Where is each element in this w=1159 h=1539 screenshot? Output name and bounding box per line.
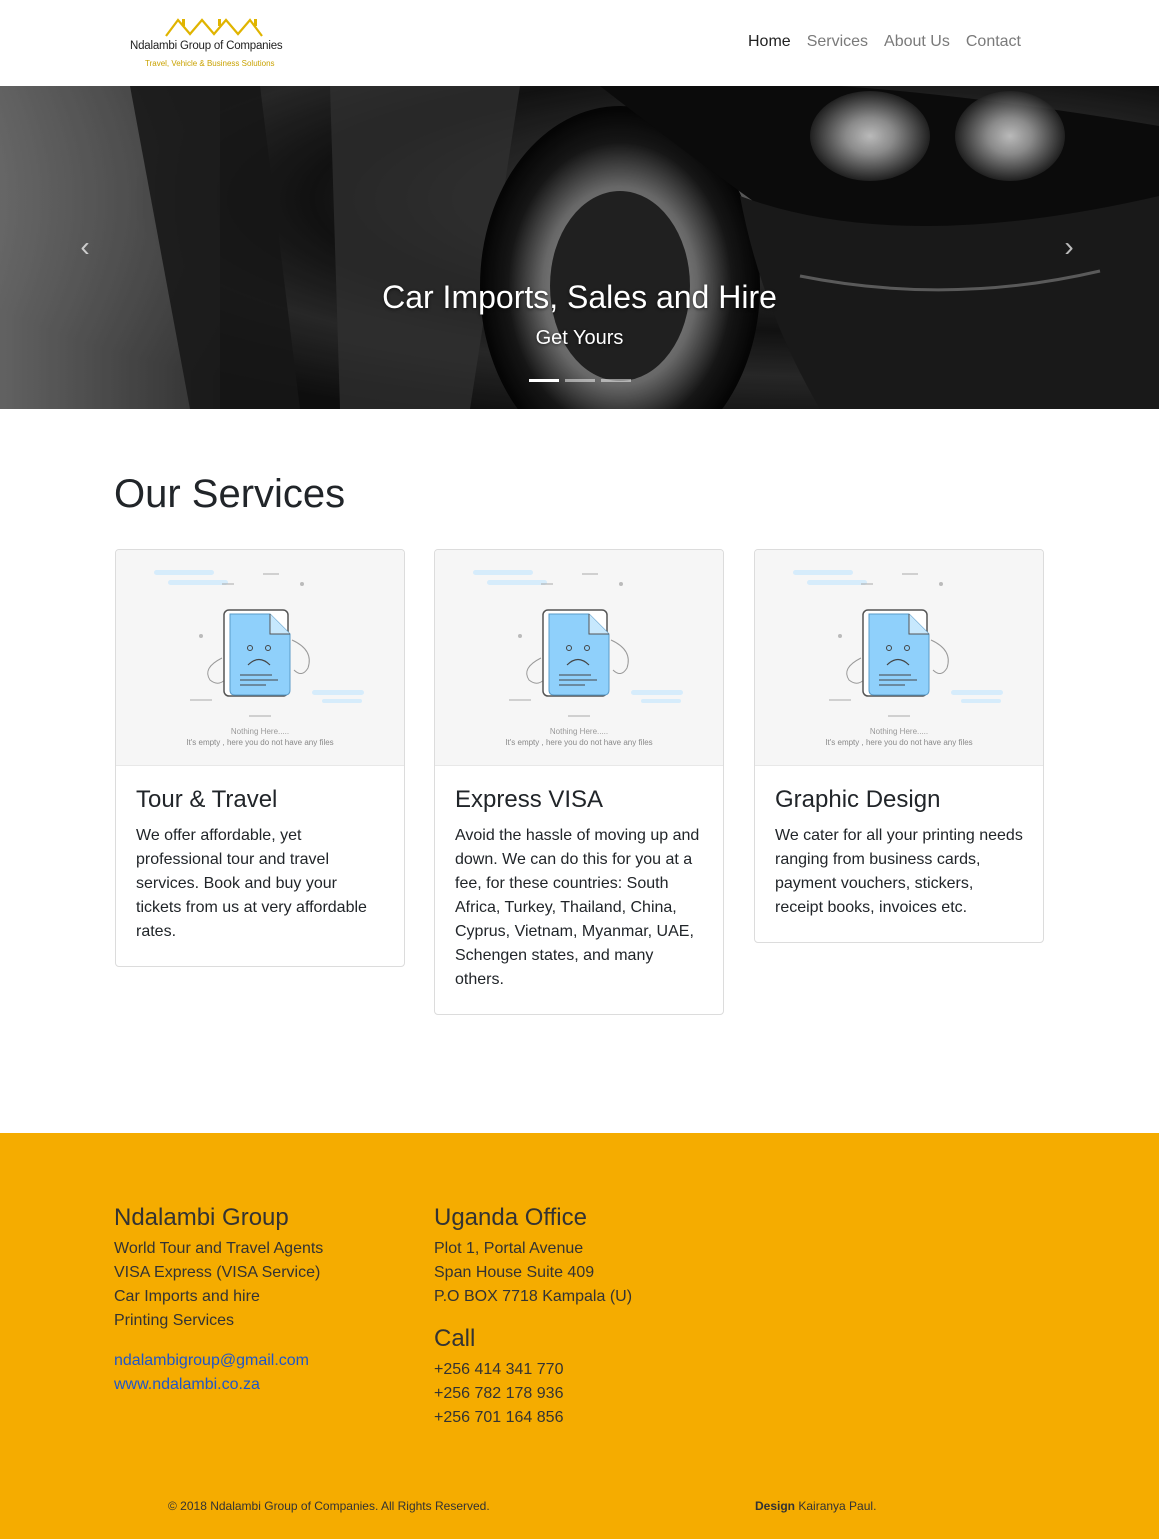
footer-phone: +256 414 341 770: [434, 1361, 564, 1378]
card-text: We offer affordable, yet professional to…: [136, 827, 367, 940]
service-card-tour-travel: Nothing Here..... It's empty , here you …: [115, 549, 405, 967]
carousel-prev-button[interactable]: ‹: [70, 232, 100, 262]
carousel-indicator-2[interactable]: [565, 379, 595, 382]
carousel-indicator-1[interactable]: [529, 379, 559, 382]
chevron-right-icon: ›: [1064, 231, 1074, 262]
designer-name: Kairanya Paul.: [798, 1499, 877, 1513]
footer-email-link[interactable]: ndalambigroup@gmail.com: [114, 1349, 323, 1373]
card-title: Graphic Design: [775, 786, 941, 813]
nav-contact[interactable]: Contact: [966, 32, 1021, 52]
footer-address-line: P.O BOX 7718 Kampala (U): [434, 1288, 633, 1305]
carousel-indicators: [529, 379, 631, 382]
nav-services[interactable]: Services: [807, 32, 868, 52]
empty-state-text: It's empty , here you do not have any fi…: [505, 738, 653, 747]
empty-state-title: Nothing Here.....: [869, 727, 929, 736]
design-credit: Design Kairanya Paul.: [755, 1499, 876, 1513]
footer-service-line: Car Imports and hire: [114, 1288, 260, 1305]
empty-state-text: It's empty , here you do not have any fi…: [825, 738, 973, 747]
nav-home[interactable]: Home: [748, 32, 791, 52]
car-photo: [0, 86, 1159, 409]
carousel-next-button[interactable]: ›: [1054, 232, 1084, 262]
footer-phone: +256 782 178 936: [434, 1385, 564, 1402]
empty-state-text: It's empty , here you do not have any fi…: [186, 738, 334, 747]
card-title: Tour & Travel: [136, 786, 278, 813]
design-label: Design: [755, 1499, 796, 1513]
chevron-left-icon: ‹: [80, 231, 90, 262]
brand-tagline: Travel, Vehicle & Business Solutions: [145, 59, 275, 68]
footer-phone: +256 701 164 856: [434, 1409, 564, 1426]
carousel-indicator-3[interactable]: [601, 379, 631, 382]
services-heading: Our Services: [114, 472, 346, 516]
navbar: Ndalambi Group of Companies Travel, Vehi…: [0, 0, 1159, 86]
service-card-graphic-design: Nothing Here..... It's empty , here you …: [754, 549, 1044, 943]
main-nav: Home Services About Us Contact: [748, 32, 1021, 52]
footer-address-line: Span House Suite 409: [434, 1264, 595, 1281]
footer-address-line: Plot 1, Portal Avenue: [434, 1240, 584, 1257]
brand-logo[interactable]: Ndalambi Group of Companies Travel, Vehi…: [126, 14, 291, 72]
empty-state-title: Nothing Here.....: [549, 727, 609, 736]
footer-company-heading: Ndalambi Group: [114, 1204, 289, 1231]
copyright-text: © 2018 Ndalambi Group of Companies. All …: [168, 1499, 490, 1513]
footer-call-heading: Call: [434, 1325, 476, 1352]
footer-office-column: Uganda Office Plot 1, Portal Avenue Span…: [434, 1204, 632, 1430]
card-text: We cater for all your printing needs ran…: [775, 827, 1023, 916]
footer-website-link[interactable]: www.ndalambi.co.za: [114, 1373, 323, 1397]
footer-office-heading: Uganda Office: [434, 1204, 587, 1231]
nav-about-us[interactable]: About Us: [884, 32, 950, 52]
brand-name: Ndalambi Group of Companies: [130, 40, 283, 52]
carousel-caption-title: Car Imports, Sales and Hire: [382, 279, 777, 315]
footer: Ndalambi Group World Tour and Travel Age…: [0, 1133, 1159, 1539]
card-text: Avoid the hassle of moving up and down. …: [455, 827, 700, 988]
footer-service-line: VISA Express (VISA Service): [114, 1264, 321, 1281]
house-roofs-icon: [165, 18, 263, 37]
empty-state-title: Nothing Here.....: [230, 727, 290, 736]
service-card-express-visa: Nothing Here..... It's empty , here you …: [434, 549, 724, 1015]
footer-service-line: World Tour and Travel Agents: [114, 1240, 324, 1257]
carousel-caption-subtitle: Get Yours: [535, 327, 624, 349]
footer-service-line: Printing Services: [114, 1312, 235, 1329]
hero-carousel: ‹ › Car Imports, Sales and Hire Get Your…: [0, 86, 1159, 409]
card-title: Express VISA: [455, 786, 604, 813]
empty-file-illustration: Nothing Here..... It's empty , here you …: [755, 550, 1043, 766]
footer-company-column: Ndalambi Group World Tour and Travel Age…: [114, 1204, 323, 1397]
empty-file-illustration: Nothing Here..... It's empty , here you …: [116, 550, 404, 766]
empty-file-illustration: Nothing Here..... It's empty , here you …: [435, 550, 723, 766]
